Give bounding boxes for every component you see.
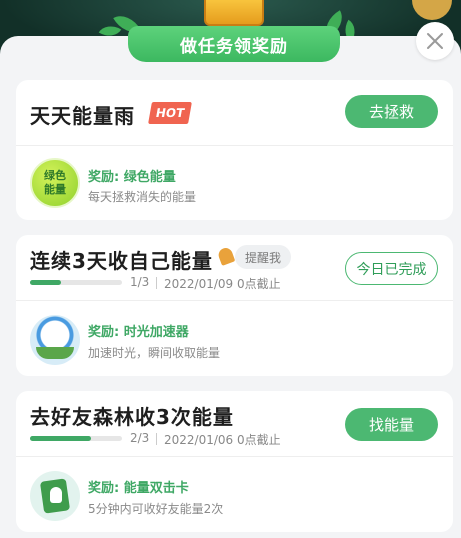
progress-fill — [30, 280, 61, 285]
bell-icon — [216, 246, 236, 266]
reward-description: 5分钟内可收好友能量2次 — [88, 502, 224, 516]
reward-description: 加速时光，瞬间收取能量 — [88, 346, 221, 360]
find-energy-button[interactable]: 找能量 — [345, 408, 438, 441]
progress-text: 2/3 — [130, 431, 150, 445]
task-card-friend-forest: 去好友森林收3次能量 2/3 2022/01/06 0点截止 找能量 奖励: 能… — [16, 391, 453, 532]
progress-bar — [30, 436, 122, 441]
close-icon — [427, 33, 443, 49]
progress-bar — [30, 280, 122, 285]
green-energy-icon-text: 绿色能量 — [44, 169, 66, 196]
rescue-button[interactable]: 去拯救 — [345, 95, 438, 128]
reward-label: 奖励: 时光加速器 — [88, 325, 189, 340]
divider — [156, 277, 157, 289]
reward-label: 奖励: 绿色能量 — [88, 170, 176, 185]
task-card-energy-rain: 天天能量雨 HOT 去拯救 绿色能量 奖励: 绿色能量 每天拯救消失的能量 — [16, 80, 453, 220]
deadline-text: 2022/01/09 0点截止 — [164, 277, 281, 291]
deadline-text: 2022/01/06 0点截止 — [164, 433, 281, 447]
close-button[interactable] — [416, 22, 454, 60]
hot-badge: HOT — [148, 102, 192, 124]
completed-today-button[interactable]: 今日已完成 — [345, 252, 438, 285]
task-title: 天天能量雨 — [30, 104, 135, 128]
remind-me-button[interactable]: 提醒我 — [235, 245, 292, 269]
time-accelerator-icon — [30, 315, 80, 365]
task-header: 连续3天收自己能量 提醒我 1/3 2022/01/09 0点截止 今日已完成 — [16, 235, 453, 301]
task-title: 去好友森林收3次能量 — [30, 405, 234, 429]
panel-title: 做任务领奖励 — [128, 26, 340, 62]
task-title: 连续3天收自己能量 — [30, 249, 213, 273]
treasure-box-icon — [204, 0, 264, 26]
divider — [156, 433, 157, 445]
progress-fill — [30, 436, 91, 441]
green-energy-icon: 绿色能量 — [30, 158, 80, 208]
double-hit-card-icon — [30, 471, 80, 521]
reward-label: 奖励: 能量双击卡 — [88, 481, 189, 496]
hand-icon — [50, 487, 62, 503]
task-header: 天天能量雨 HOT 去拯救 — [16, 80, 453, 146]
progress-text: 1/3 — [130, 275, 150, 289]
task-header: 去好友森林收3次能量 2/3 2022/01/06 0点截止 找能量 — [16, 391, 453, 457]
task-card-collect-own-energy: 连续3天收自己能量 提醒我 1/3 2022/01/09 0点截止 今日已完成 … — [16, 235, 453, 376]
tree-icon — [412, 0, 452, 20]
reward-description: 每天拯救消失的能量 — [88, 190, 197, 204]
ground-decoration — [36, 347, 74, 359]
